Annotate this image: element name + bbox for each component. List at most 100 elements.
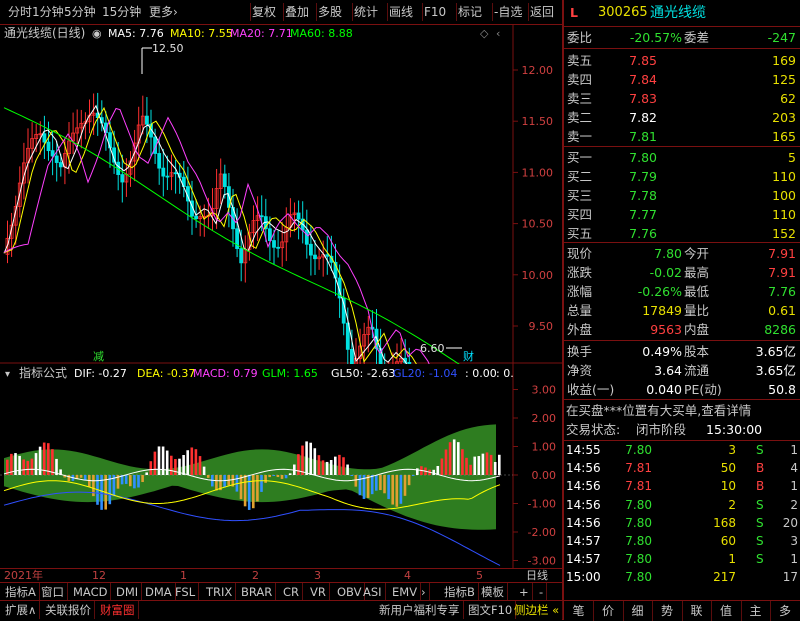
toolbar-1min-button[interactable]: 1分钟 — [32, 0, 64, 24]
quote-tab-2[interactable]: 细 — [623, 601, 653, 621]
quote-tab-4[interactable]: 联 — [682, 601, 712, 621]
toolbar-right-button-0[interactable]: 复权 — [252, 0, 276, 24]
toolbar-right-button-3[interactable]: 统计 — [354, 0, 378, 24]
big-order-notice[interactable]: 在买盘***位置有大买单,查看详情 — [564, 401, 800, 420]
tick-volume: 2 — [728, 496, 736, 514]
indicator-tab-2[interactable]: MACD — [70, 583, 111, 601]
indicator-tab-14[interactable]: 指标B — [441, 583, 479, 601]
fund-value: 3.65亿 — [756, 342, 796, 361]
price-tick-label: 10.00 — [522, 269, 554, 282]
indicator-tab-6[interactable]: TRIX — [203, 583, 236, 601]
macd-bar — [252, 475, 255, 508]
indicator-tab-17[interactable]: - — [536, 583, 547, 601]
ext-tab-right-2[interactable]: 侧边栏 « — [511, 601, 563, 619]
candle-body — [145, 116, 148, 124]
toolbar-right-button-1[interactable]: 叠加 — [285, 0, 309, 24]
toolbar-right-button-8[interactable]: 返回 — [530, 0, 554, 24]
ask-price[interactable]: 7.84 — [629, 70, 657, 89]
indicator-tab-8[interactable]: CR — [280, 583, 303, 601]
toolbar-5min-button[interactable]: 5分钟 — [64, 0, 96, 24]
candle-body — [277, 247, 280, 248]
quote-tab-0[interactable]: 笔 — [564, 601, 594, 621]
indicator-tab-0[interactable]: 指标A — [2, 583, 40, 601]
ext-tab-1[interactable]: 关联报价 — [42, 601, 95, 619]
toolbar-minute-button[interactable]: 分时 — [8, 0, 32, 24]
period-label[interactable]: 日线 — [526, 569, 548, 583]
indicator-tab-1[interactable]: 窗口 — [38, 583, 68, 601]
ext-tab-2[interactable]: 财富圈 — [97, 601, 139, 619]
indicator-tab-3[interactable]: DMI — [113, 583, 142, 601]
toolbar-separator — [250, 3, 251, 21]
macd-bar — [478, 456, 481, 475]
stat-value: -0.26% — [638, 282, 682, 301]
stock-code[interactable]: 300265 — [598, 2, 648, 24]
toolbar-right-button-2[interactable]: 多股 — [318, 0, 342, 24]
indicator-tab-16[interactable]: + — [516, 583, 533, 601]
quote-tab-6[interactable]: 主 — [741, 601, 771, 621]
macd-bar — [248, 475, 251, 510]
bid-price[interactable]: 7.80 — [629, 148, 657, 167]
indicator-tab-4[interactable]: DMA — [142, 583, 176, 601]
indicator-tab-5[interactable]: FSL — [172, 583, 199, 601]
ma-toggle-icon[interactable]: ◉ — [92, 27, 102, 40]
quote-tab-7[interactable]: 多 — [771, 601, 800, 621]
ask-price[interactable]: 7.81 — [629, 127, 657, 146]
indicator-tab-13[interactable]: › — [418, 583, 430, 601]
indicator-tab-15[interactable]: 模板 — [478, 583, 508, 601]
toolbar-right-button-5[interactable]: F10 — [424, 0, 446, 24]
bid-price[interactable]: 7.77 — [629, 205, 657, 224]
stock-name[interactable]: 通光线缆 — [650, 2, 706, 24]
macd-bar — [186, 450, 189, 475]
indicator-tab-7[interactable]: BRAR — [238, 583, 276, 601]
stat-row-0: 现价7.80今开7.91 — [564, 244, 800, 263]
candle-body — [240, 249, 243, 263]
quote-tab-5[interactable]: 值 — [712, 601, 742, 621]
event-mark-jian[interactable]: 减 — [93, 350, 104, 363]
tick-price: 7.80 — [625, 568, 652, 586]
notice-text[interactable]: 在买盘***位置有大买单,查看详情 — [566, 401, 751, 420]
ext-tab-right-0[interactable]: 新用户福利专享 — [376, 601, 464, 619]
quote-tab-3[interactable]: 势 — [653, 601, 683, 621]
trade-status-row: 交易状态: 闭市阶段 15:30:00 — [564, 420, 800, 439]
toolbar-more-button[interactable]: 更多› — [149, 0, 178, 24]
indicator-tab-11[interactable]: ASI — [360, 583, 386, 601]
tick-price: 7.81 — [625, 477, 652, 495]
trade-status-value: 闭市阶段 — [636, 420, 686, 439]
collapse-icon[interactable]: ‹ — [496, 27, 500, 40]
ask-price[interactable]: 7.83 — [629, 89, 657, 108]
toolbar-right-button-7[interactable]: -自选 — [494, 0, 522, 24]
ask-price[interactable]: 7.85 — [629, 51, 657, 70]
kline-chart[interactable]: 12.0011.5011.0010.5010.009.509.008.508.0… — [0, 24, 562, 364]
tick-time: 14:56 — [566, 459, 601, 477]
bid-label: 买二 — [567, 167, 592, 186]
indicator-menu-icon[interactable]: ▾ — [5, 369, 10, 380]
indicator-chart[interactable]: 3.002.001.000.00-1.00-2.00-3.00 ▾ 指标公式 D… — [0, 364, 562, 568]
bid-price[interactable]: 7.78 — [629, 186, 657, 205]
quote-tab-1[interactable]: 价 — [594, 601, 624, 621]
macd-bar — [260, 475, 263, 492]
macd-bar — [207, 475, 210, 478]
settings-diamond-icon[interactable]: ◇ — [480, 27, 489, 40]
ext-tab-0[interactable]: 扩展∧ — [2, 601, 40, 619]
ext-tab-right-1[interactable]: 图文F10 — [465, 601, 516, 619]
tick-count: 1 — [790, 550, 798, 568]
macd-bar — [154, 452, 157, 475]
bid-price[interactable]: 7.79 — [629, 167, 657, 186]
indicator-tab-9[interactable]: VR — [307, 583, 330, 601]
price-tick-label: 12.00 — [522, 64, 554, 77]
toolbar-right-button-6[interactable]: 标记 — [458, 0, 482, 24]
ask-volume: 165 — [772, 127, 796, 146]
weicha-label: 委差 — [684, 28, 709, 47]
bid-price[interactable]: 7.76 — [629, 224, 657, 243]
ask-row-5: 卖五7.85169 — [564, 51, 800, 70]
bid-label: 买一 — [567, 148, 592, 167]
macd-bar — [408, 475, 411, 485]
toolbar-right-button-4[interactable]: 画线 — [389, 0, 413, 24]
ask-price[interactable]: 7.82 — [629, 108, 657, 127]
toolbar-15min-button[interactable]: 15分钟 — [102, 0, 141, 24]
indicator-tick-label: 0.00 — [532, 469, 557, 482]
indicator-tab-12[interactable]: EMV — [389, 583, 421, 601]
tick-volume: 10 — [721, 477, 736, 495]
event-mark-cai[interactable]: 财 — [463, 349, 474, 363]
macd-bar — [150, 461, 153, 475]
